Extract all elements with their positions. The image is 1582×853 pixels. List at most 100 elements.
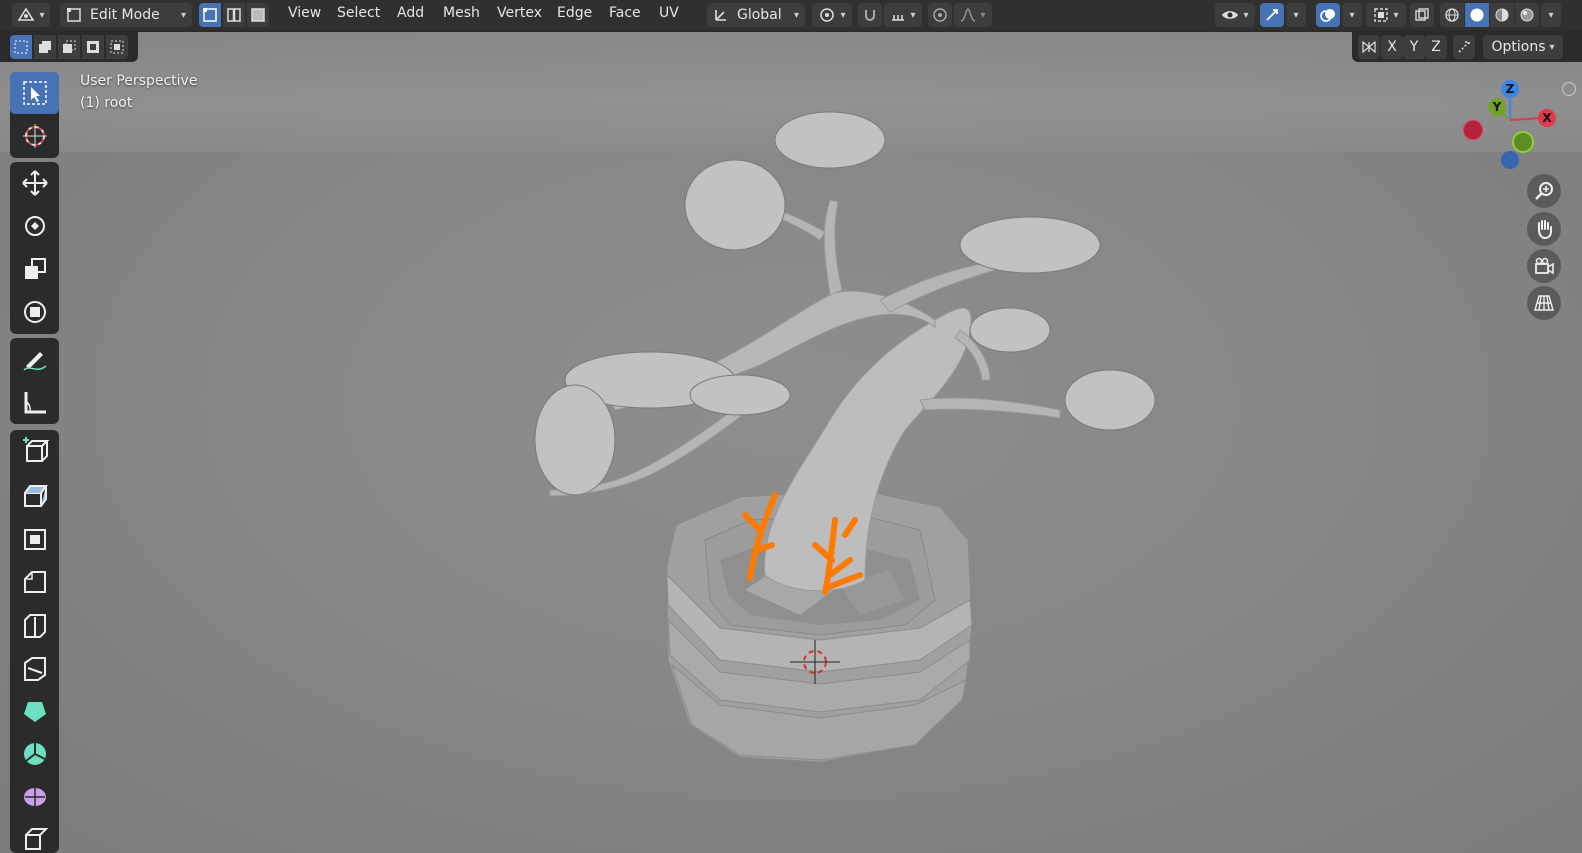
transform-orientation-dropdown[interactable]: Global ▾ bbox=[707, 3, 805, 27]
shading-rendered-button[interactable] bbox=[1515, 3, 1539, 27]
overlays-toggle[interactable] bbox=[1316, 3, 1340, 27]
mirror-y-toggle[interactable]: Y bbox=[1403, 35, 1425, 59]
chevron-down-icon: ▾ bbox=[1349, 9, 1355, 21]
menu-select[interactable]: Select bbox=[337, 5, 380, 21]
butterfly-mirror-icon bbox=[1362, 40, 1376, 54]
tool-extrude[interactable] bbox=[10, 475, 59, 517]
toolbar-group-annotate bbox=[10, 338, 59, 424]
select-new-button[interactable] bbox=[10, 35, 32, 59]
gizmo-axis-neg-z[interactable] bbox=[1501, 151, 1519, 169]
select-extend-button[interactable] bbox=[34, 35, 56, 59]
falloff-curve-icon bbox=[961, 8, 976, 22]
gizmo-axis-x[interactable]: X bbox=[1538, 109, 1556, 127]
zoom-button[interactable] bbox=[1527, 174, 1561, 208]
add-cube-icon bbox=[22, 437, 49, 462]
proportional-edit-toggle[interactable] bbox=[928, 3, 952, 27]
mirror-x-toggle[interactable]: X bbox=[1381, 35, 1403, 59]
mode-selector[interactable]: Edit Mode ▾ bbox=[60, 3, 192, 27]
select-subtract-icon bbox=[63, 40, 76, 53]
tool-move[interactable] bbox=[10, 162, 59, 204]
tool-knife[interactable] bbox=[10, 647, 59, 689]
tool-transform[interactable] bbox=[10, 291, 59, 333]
gizmo-toggle[interactable] bbox=[1260, 3, 1284, 27]
mesh-overlays-dropdown[interactable]: ▾ bbox=[1366, 3, 1406, 27]
blender-window: ▾ Edit Mode ▾ View Select Add Mesh Verte… bbox=[0, 0, 1582, 853]
menu-mesh[interactable]: Mesh bbox=[443, 5, 480, 21]
gizmo-z-label: Z bbox=[1505, 82, 1515, 96]
gizmo-axis-z[interactable]: Z bbox=[1501, 80, 1519, 98]
snap-target-dropdown[interactable]: ▾ bbox=[884, 3, 922, 27]
spin-icon bbox=[23, 743, 46, 765]
menu-face[interactable]: Face bbox=[609, 5, 641, 21]
rendered-shading-icon bbox=[1520, 8, 1534, 22]
tool-inset[interactable] bbox=[10, 518, 59, 560]
select-invert-icon bbox=[87, 41, 99, 53]
gizmo-axis-neg-x[interactable] bbox=[1463, 120, 1483, 140]
tool-bevel[interactable] bbox=[10, 561, 59, 603]
menu-view[interactable]: View bbox=[288, 5, 321, 21]
proportional-edit-icon bbox=[933, 8, 947, 22]
tool-cursor[interactable] bbox=[10, 115, 59, 157]
move-icon bbox=[21, 170, 48, 196]
auto-merge-toggle[interactable] bbox=[1453, 35, 1475, 59]
select-intersect-button[interactable] bbox=[106, 35, 128, 59]
snap-toggle[interactable] bbox=[858, 3, 882, 27]
tool-select-box[interactable] bbox=[10, 72, 59, 114]
chevron-down-icon: ▾ bbox=[910, 9, 916, 21]
header-bar: ▾ Edit Mode ▾ View Select Add Mesh Verte… bbox=[0, 0, 1582, 30]
options-dropdown[interactable]: Options ▾ bbox=[1483, 35, 1563, 59]
tool-poly-build[interactable] bbox=[10, 690, 59, 732]
eye-icon bbox=[1222, 11, 1239, 19]
tool-smooth[interactable] bbox=[10, 776, 59, 818]
editor-type-button[interactable]: ▾ bbox=[12, 3, 50, 27]
chevron-down-icon: ▾ bbox=[1393, 9, 1399, 21]
zoom-icon bbox=[1535, 182, 1553, 200]
tool-annotate[interactable] bbox=[10, 338, 59, 380]
edge-select-button[interactable] bbox=[223, 3, 245, 27]
vertex-select-button[interactable] bbox=[199, 3, 221, 27]
toolbar-group-transform bbox=[10, 162, 59, 334]
pivot-point-dropdown[interactable]: ▾ bbox=[812, 3, 852, 27]
shading-material-button[interactable] bbox=[1490, 3, 1514, 27]
menu-uv[interactable]: UV bbox=[659, 5, 679, 21]
gizmo-axis-neg-y[interactable] bbox=[1512, 131, 1534, 153]
shading-wireframe-button[interactable] bbox=[1440, 3, 1464, 27]
scene-bonsai[interactable] bbox=[0, 0, 1582, 853]
pencil-icon bbox=[22, 352, 46, 371]
gizmo-axis-y[interactable]: Y bbox=[1488, 98, 1506, 116]
overlays-dropdown[interactable]: ▾ bbox=[1342, 3, 1362, 27]
mode-label: Edit Mode bbox=[90, 7, 160, 23]
mirror-z-toggle[interactable]: Z bbox=[1425, 35, 1447, 59]
gizmo-collapse-handle[interactable] bbox=[1562, 82, 1576, 96]
ruler-icon bbox=[24, 392, 46, 414]
tool-spin[interactable] bbox=[10, 733, 59, 775]
select-extend-icon bbox=[39, 41, 51, 53]
menu-vertex[interactable]: Vertex bbox=[497, 5, 542, 21]
menu-add[interactable]: Add bbox=[397, 5, 424, 21]
tool-scale[interactable] bbox=[10, 248, 59, 290]
xray-toggle[interactable] bbox=[1410, 3, 1434, 27]
select-intersect-icon bbox=[110, 40, 124, 54]
toolbar-group-select bbox=[10, 72, 59, 158]
mirror-options-button[interactable] bbox=[1358, 35, 1380, 59]
menu-edge[interactable]: Edge bbox=[557, 5, 592, 21]
select-subtract-button[interactable] bbox=[58, 35, 80, 59]
shading-dropdown[interactable]: ▾ bbox=[1541, 3, 1561, 27]
tool-shrink-fatten[interactable] bbox=[10, 819, 59, 853]
tool-measure[interactable] bbox=[10, 381, 59, 423]
perspective-toggle-button[interactable] bbox=[1527, 286, 1561, 320]
tool-rotate[interactable] bbox=[10, 205, 59, 247]
camera-view-button[interactable] bbox=[1527, 249, 1561, 283]
face-select-button[interactable] bbox=[247, 3, 269, 27]
tool-add-cube[interactable] bbox=[10, 430, 59, 472]
loop-cut-icon bbox=[23, 614, 46, 638]
solid-shading-icon bbox=[1470, 8, 1484, 22]
gizmo-y-label: Y bbox=[1492, 100, 1502, 114]
tool-loop-cut[interactable] bbox=[10, 604, 59, 646]
pan-button[interactable] bbox=[1527, 212, 1561, 246]
shading-solid-button[interactable] bbox=[1465, 3, 1489, 27]
gizmo-dropdown[interactable]: ▾ bbox=[1286, 3, 1306, 27]
falloff-dropdown[interactable]: ▾ bbox=[954, 3, 992, 27]
select-invert-button[interactable] bbox=[82, 35, 104, 59]
visibility-dropdown[interactable]: ▾ bbox=[1215, 3, 1255, 27]
